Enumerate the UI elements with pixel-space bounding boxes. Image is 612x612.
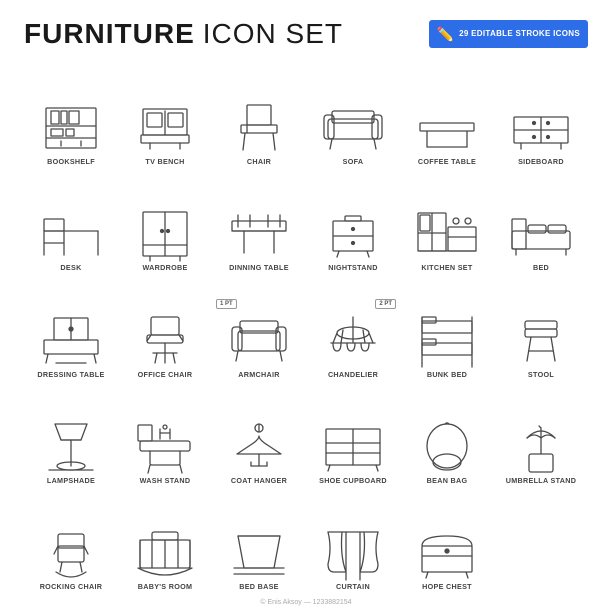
cell-babys-room: BABY'S ROOM [118,490,212,596]
cell-kitchen-set: KITCHEN SET [400,170,494,276]
bed-base-label: BED BASE [239,583,279,592]
kitchen-set-icon [412,207,482,261]
chair-icon [224,101,294,155]
cell-dinning-table: DINNING TABLE [212,170,306,276]
cell-bean-bag: BEAN BAG [400,383,494,489]
hope-chest-label: HOPE CHEST [422,583,472,592]
cell-coat-hanger: COAT HANGER [212,383,306,489]
badge-text: 29 EDITABLE STROKE ICONS [459,29,580,39]
coffee-table-label: COFFEE TABLE [418,158,476,167]
babys-room-icon [130,526,200,580]
cell-chair: CHAIR [212,64,306,170]
cell-chandelier: 2 PT CHANDELIER [306,277,400,383]
stool-icon [506,314,576,368]
cell-bed: BED [494,170,588,276]
cell-wardrobe: WARDROBE [118,170,212,276]
wash-stand-icon [130,420,200,474]
sofa-label: SOFA [343,158,364,167]
chandelier-label: CHANDELIER [328,371,378,380]
curtain-icon [318,526,388,580]
curtain-label: CURTAIN [336,583,370,592]
cell-sideboard: SIDEBOARD [494,64,588,170]
cell-armchair: 1 PT ARMCHAIR [212,277,306,383]
bean-bag-icon [412,420,482,474]
lampshade-icon [36,420,106,474]
title-icon-set: ICON SET [203,18,343,50]
bookshelf-icon [36,101,106,155]
icon-grid: BOOKSHELF TV BENCH [24,64,588,596]
chandelier-icon [318,314,388,368]
cell-shoe-cupboard: SHOE CUPBOARD [306,383,400,489]
coat-hanger-icon [224,420,294,474]
rocking-chair-label: ROCKING CHAIR [40,583,103,592]
coat-hanger-label: COAT HANGER [231,477,287,486]
bed-label: BED [533,264,549,273]
armchair-icon [224,314,294,368]
badge-icon: ✏️ [437,25,454,43]
sideboard-icon [506,101,576,155]
cell-rocking-chair: ROCKING CHAIR [24,490,118,596]
umbrella-stand-label: UMBRELLA STAND [506,477,576,486]
sofa-icon [318,101,388,155]
coffee-table-icon [412,101,482,155]
hope-chest-icon [412,526,482,580]
wash-stand-label: WASH STAND [140,477,191,486]
cell-nightstand: NIGHTSTAND [306,170,400,276]
nightstand-icon [318,207,388,261]
cell-curtain: CURTAIN [306,490,400,596]
babys-room-label: BABY'S ROOM [138,583,193,592]
cell-hope-chest: HOPE CHEST [400,490,494,596]
tv-bench-label: TV BENCH [145,158,184,167]
header: FURNITURE ICON SET ✏️ 29 EDITABLE STROKE… [24,18,588,50]
office-chair-icon [130,314,200,368]
shoe-cupboard-icon [318,420,388,474]
lampshade-label: LAMPSHADE [47,477,95,486]
shoe-cupboard-label: SHOE CUPBOARD [319,477,387,486]
umbrella-stand-icon [506,420,576,474]
stool-label: STOOL [528,371,554,380]
nightstand-label: NIGHTSTAND [328,264,378,273]
cell-lampshade: LAMPSHADE [24,383,118,489]
cell-bunk-bed: BUNK BED [400,277,494,383]
desk-label: DESK [60,264,81,273]
bean-bag-label: BEAN BAG [427,477,468,486]
cell-desk: DESK [24,170,118,276]
desk-icon [36,207,106,261]
tag-1pt: 1 PT [216,299,237,309]
cell-coffee-table: COFFEE TABLE [400,64,494,170]
watermark: © Enis Aksoy — 1233882154 [0,599,612,606]
badge: ✏️ 29 EDITABLE STROKE ICONS [429,20,588,48]
cell-wash-stand: WASH STAND [118,383,212,489]
cell-bed-base: BED BASE [212,490,306,596]
title-block: FURNITURE ICON SET [24,18,343,50]
tag-2pt: 2 PT [375,299,396,309]
wardrobe-label: WARDROBE [142,264,187,273]
page: FURNITURE ICON SET ✏️ 29 EDITABLE STROKE… [0,0,612,612]
armchair-label: ARMCHAIR [238,371,280,380]
chair-label: CHAIR [247,158,271,167]
cell-stool: STOOL [494,277,588,383]
sideboard-label: SIDEBOARD [518,158,564,167]
cell-dressing-table: DRESSING TABLE [24,277,118,383]
dinning-table-label: DINNING TABLE [229,264,289,273]
cell-sofa: SOFA [306,64,400,170]
rocking-chair-icon [36,526,106,580]
dinning-table-icon [224,207,294,261]
cell-tv-bench: TV BENCH [118,64,212,170]
title-furniture: FURNITURE [24,18,195,50]
bed-icon [506,207,576,261]
tv-bench-icon [130,101,200,155]
bunk-bed-label: BUNK BED [427,371,467,380]
dressing-table-label: DRESSING TABLE [37,371,104,380]
wardrobe-icon [130,207,200,261]
dressing-table-icon [36,314,106,368]
office-chair-label: OFFICE CHAIR [138,371,193,380]
bookshelf-label: BOOKSHELF [47,158,95,167]
bunk-bed-icon [412,314,482,368]
kitchen-set-label: KITCHEN SET [421,264,472,273]
cell-umbrella-stand: UMBRELLA STAND [494,383,588,489]
bed-base-icon [224,526,294,580]
cell-bookshelf: BOOKSHELF [24,64,118,170]
cell-office-chair: OFFICE CHAIR [118,277,212,383]
